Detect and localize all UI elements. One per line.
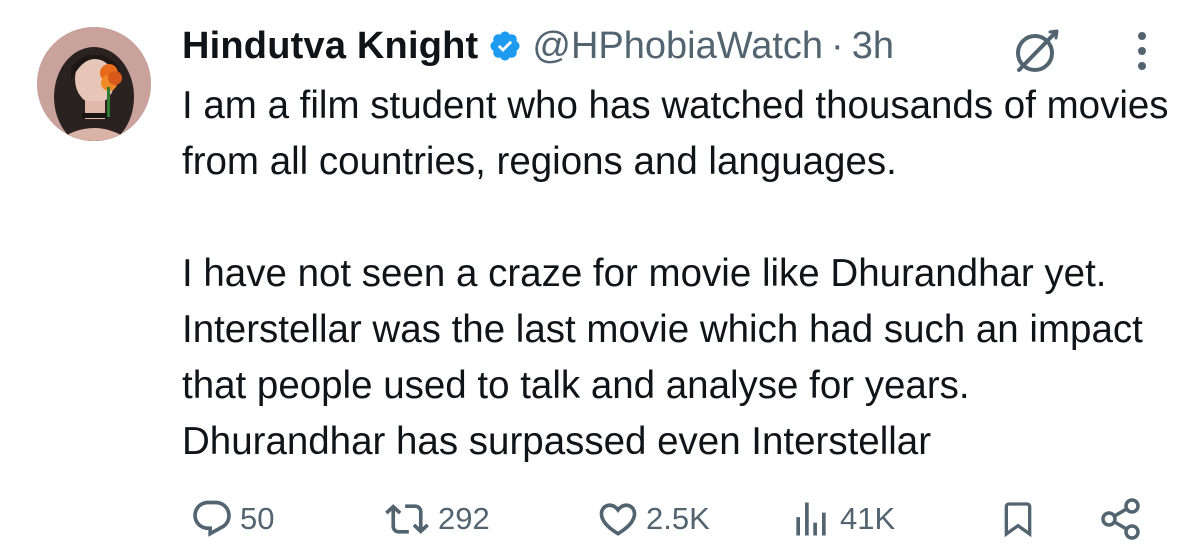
more-vertical-icon[interactable] [1122,24,1162,78]
action-bar: 50 292 2.5K 41K [0,492,1200,546]
grok-icon[interactable] [1010,24,1064,78]
reply-button[interactable]: 50 [190,492,274,546]
share-button[interactable] [1098,492,1144,546]
avatar[interactable] [37,27,151,141]
tweet-paragraph: I have not seen a craze for movie like D… [182,252,1143,463]
repost-count: 292 [438,501,490,536]
like-button[interactable]: 2.5K [596,492,710,546]
views-count: 41K [840,501,896,536]
like-count: 2.5K [646,501,710,536]
author-display-name[interactable]: Hindutva Knight [182,25,478,68]
tweet-paragraph: I am a film student who has watched thou… [182,84,1169,183]
author-handle[interactable]: @HPhobiaWatch [532,25,823,68]
analytics-icon [796,502,826,536]
time-separator: · [831,24,844,67]
repost-button[interactable]: 292 [382,492,490,546]
views-button[interactable]: 41K [788,492,895,546]
heart-icon [599,503,637,536]
share-icon [1101,498,1140,540]
bookmark-icon [1004,502,1032,538]
reply-icon [193,500,231,537]
bookmark-button[interactable] [998,492,1038,546]
verified-badge-icon[interactable] [488,29,522,63]
tweet-timestamp[interactable]: 3h [852,25,894,68]
tweet-text: I am a film student who has watched thou… [182,78,1172,470]
tweet-header: Hindutva Knight @HPhobiaWatch · 3h [182,16,894,76]
reply-count: 50 [240,501,275,536]
repost-icon [385,504,429,534]
tweet-card: Hindutva Knight @HPhobiaWatch · 3h I am … [0,0,1200,553]
